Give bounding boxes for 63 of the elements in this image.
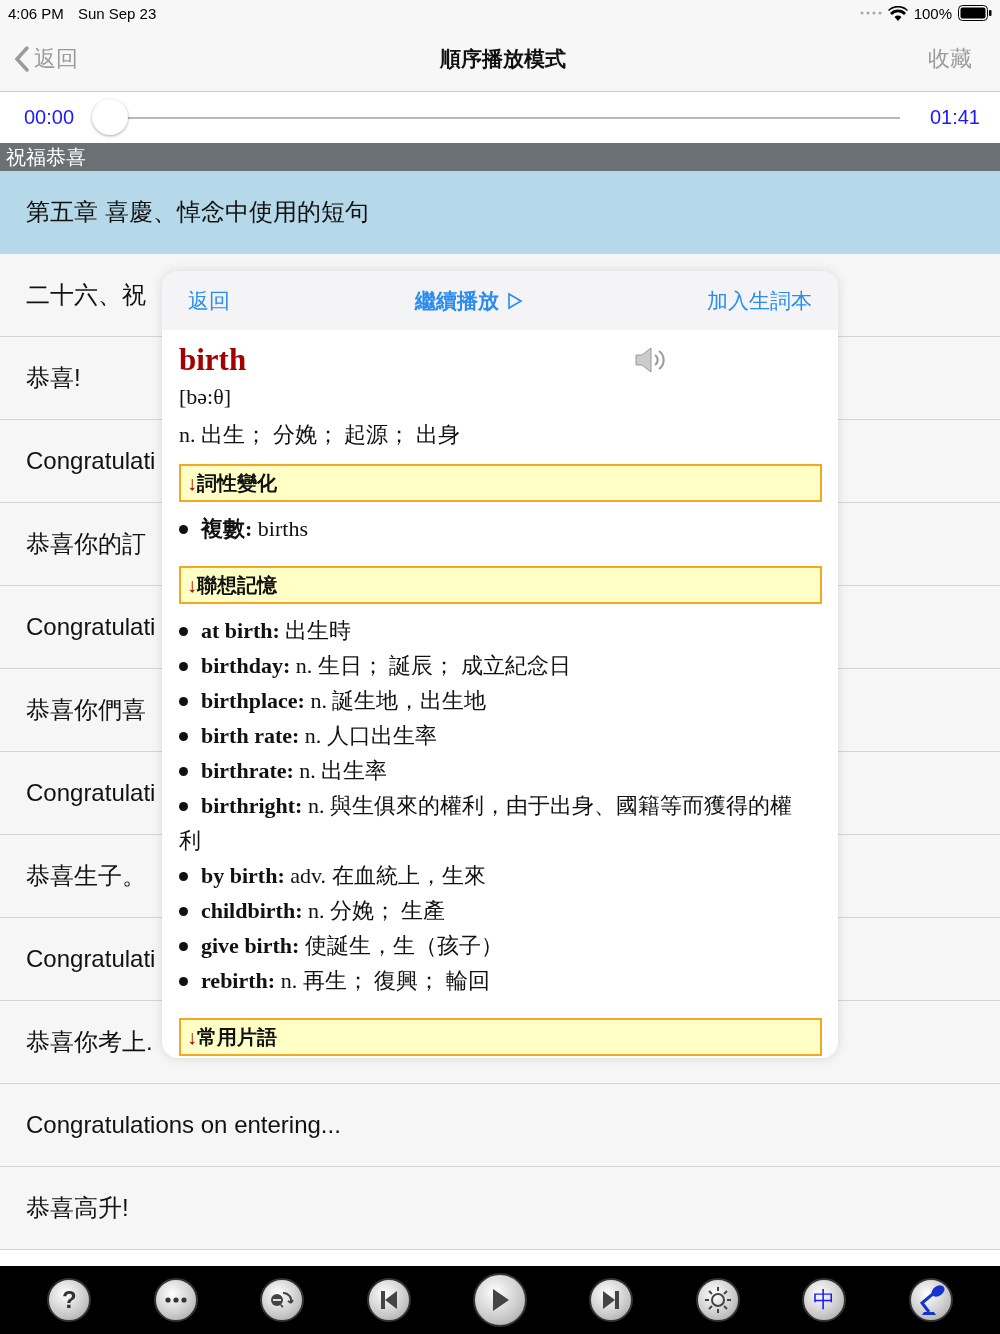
bullet-dot [179,976,188,986]
signal-icon [859,11,882,15]
play-icon [490,1289,509,1311]
mic-button[interactable] [908,1278,953,1322]
prev-button[interactable] [366,1278,411,1322]
status-time: 4:06 PM [8,4,64,22]
bullet-dot [179,906,188,916]
bullet-dot [179,871,188,881]
entry-item: give birth: 使誕生，生（孩子） [179,928,807,963]
battery-percent: 100% [913,4,952,22]
slider-thumb[interactable] [92,98,129,135]
entry-item: by birth: adv. 在血統上，生來 [179,858,807,893]
speaker-icon[interactable] [634,346,668,374]
play-outline-icon [506,291,523,310]
entry-item: birthplace: n. 誕生地，出生地 [179,683,807,718]
play-button[interactable] [472,1273,527,1327]
next-icon [603,1291,620,1309]
next-button[interactable] [589,1278,634,1322]
bullet-dot [179,941,188,951]
progress-slider[interactable] [92,98,900,137]
arrow-glyph: ↓ [187,1025,197,1049]
brightness-icon [703,1286,732,1314]
bullet-dot [179,524,188,534]
bullet-dot [179,661,188,671]
more-icon [164,1297,187,1303]
entry-item: 複數: births [179,511,807,546]
help-button[interactable]: ? [47,1278,92,1322]
list-row[interactable]: Congratulations on entering... [0,1084,1000,1167]
battery-icon [958,5,992,21]
entry-item: rebirth: n. 再生； 復興； 輪回 [179,963,807,998]
total-time: 01:41 [929,106,980,129]
entry-item: birthday: n. 生日； 誕辰； 成立紀念日 [179,648,807,683]
phonetic: [bə:θ] [179,384,233,410]
bullet-dot [179,626,188,636]
current-time: 00:00 [24,106,75,129]
list-row[interactable]: 恭喜高升! [0,1167,1000,1250]
section-header: 祝福恭喜 [0,143,1000,171]
arrow-glyph: ↓ [187,573,197,597]
language-button[interactable]: 中 [802,1278,847,1322]
bullet-dot [179,731,188,741]
status-date: Sun Sep 23 [77,4,157,22]
more-button[interactable] [153,1278,198,1322]
section-title: 聯想記憶 [197,572,277,598]
list-row[interactable]: 第五章 喜慶、悼念中使用的短句 [0,171,1000,254]
entry-item: birthrate: n. 出生率 [179,753,807,788]
definition: n. 出生； 分娩； 起源； 出身 [179,421,461,449]
bullet-dot [179,696,188,706]
section-title: 常用片語 [197,1024,277,1050]
section-title: 詞性變化 [197,470,277,496]
loop-icon [269,1289,296,1311]
brightness-button[interactable] [695,1278,740,1322]
entry-item: childbirth: n. 分娩； 生產 [179,893,807,928]
loop-button[interactable] [260,1278,305,1322]
headword: birth [179,342,248,378]
bullet-dot [179,766,188,776]
wifi-icon [887,5,908,21]
entry-item: birth rate: n. 人口出生率 [179,718,807,753]
bullet-dot [179,801,188,811]
entry-item: at birth: 出生時 [179,613,807,648]
arrow-glyph: ↓ [187,471,197,495]
nav-title: 順序播放模式 [438,45,567,72]
chevron-left-icon [14,45,30,72]
previous-icon [380,1291,397,1309]
